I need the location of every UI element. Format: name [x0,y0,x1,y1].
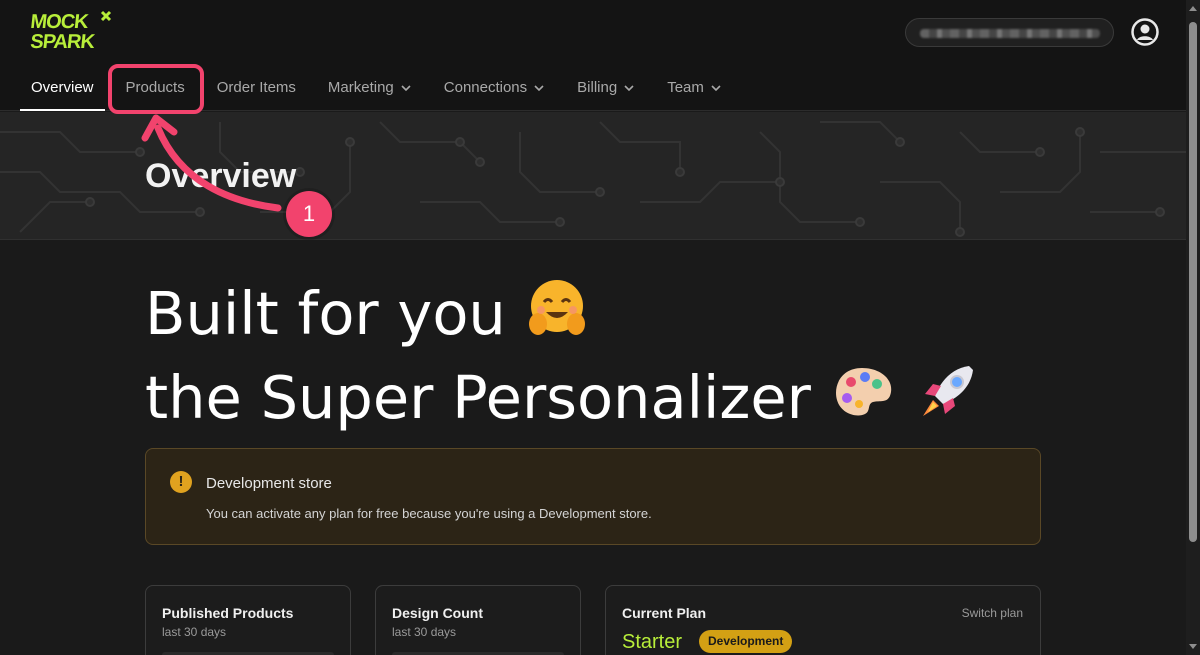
card-title: Published Products [162,605,294,621]
annotation-step-badge: 1 [286,191,332,237]
card-subtitle: last 30 days [162,625,227,639]
scroll-down-icon[interactable] [1189,644,1197,649]
plan-status-badge: Development [699,630,793,653]
tab-connections[interactable]: Connections [433,66,556,111]
chevron-down-icon [624,85,634,92]
chevron-down-icon [711,85,721,92]
rocket-emoji-icon [913,360,979,444]
tab-label: Billing [577,79,618,96]
tab-billing[interactable]: Billing [566,66,646,111]
svg-text:MOCK: MOCK [30,11,90,33]
tab-label: Connections [443,79,528,96]
switch-plan-link[interactable]: Switch plan [962,606,1023,620]
tab-label: Order Items [216,79,296,96]
page-scrollbar[interactable] [1186,0,1200,655]
card-title: Design Count [392,605,483,621]
mock-spark-logo[interactable]: MOCK SPARK [30,8,120,56]
development-store-notice: ! Development store You can activate any… [145,448,1041,545]
store-selector[interactable] [905,18,1114,47]
store-name-redacted [920,29,1100,38]
notice-body: You can activate any plan for free becau… [206,506,652,521]
tab-team[interactable]: Team [656,66,733,111]
card-title: Current Plan [622,605,707,621]
scrollbar-thumb[interactable] [1189,22,1197,542]
tab-overview[interactable]: Overview [20,66,105,111]
tab-label: Marketing [327,79,394,96]
current-plan-card: Current Plan Switch plan Starter Develop… [605,585,1041,655]
card-subtitle: last 30 days [392,625,457,639]
artist-palette-emoji-icon [829,360,895,444]
svg-text:SPARK: SPARK [30,31,97,53]
hero-heading: Built for you the Super Personalizer [145,276,979,444]
chevron-down-icon [401,85,411,92]
published-products-card: Published Products last 30 days [145,585,351,655]
tab-label: Team [667,79,704,96]
hero-line-2: the Super Personalizer [145,360,979,444]
hero-line-1-text: Built for you [145,279,506,349]
design-count-card: Design Count last 30 days [375,585,581,655]
hero-line-1: Built for you [145,276,979,360]
hugging-face-emoji-icon [524,276,590,360]
notice-title: Development store [206,475,332,492]
tab-marketing[interactable]: Marketing [317,66,423,111]
account-circle-icon[interactable] [1131,18,1159,46]
tab-order-items[interactable]: Order Items [206,66,307,111]
tab-label: Overview [31,79,94,96]
annotation-arrow-icon [141,114,282,212]
scroll-up-icon[interactable] [1189,6,1197,11]
warning-icon: ! [170,471,192,493]
current-plan-name: Starter [622,631,683,653]
chevron-down-icon [534,85,544,92]
hero-line-2-text: the Super Personalizer [145,363,811,433]
annotation-highlight-box [108,64,204,114]
